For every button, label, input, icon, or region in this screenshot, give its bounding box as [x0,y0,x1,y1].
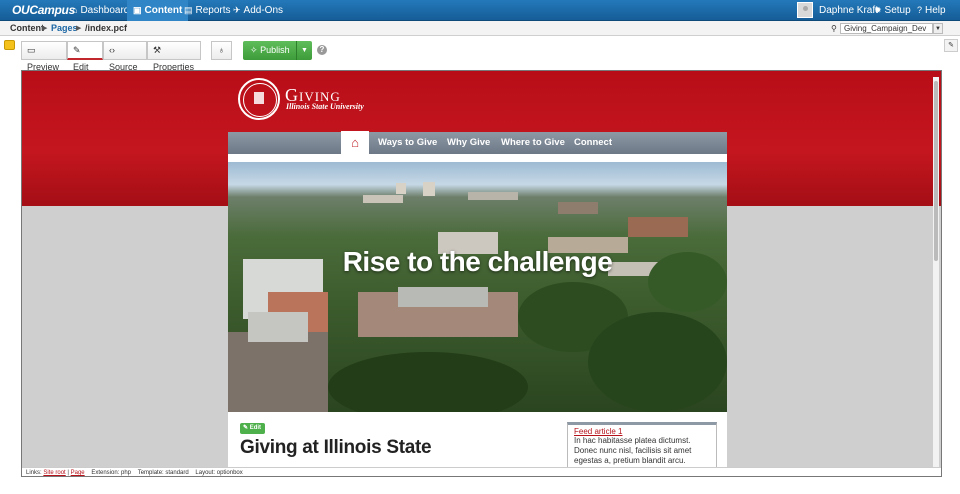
menu-ways-to-give[interactable]: Ways to Give [378,132,437,154]
gear-icon: ✹ [874,5,882,15]
template-info: Template: standard [137,470,189,476]
page-title: Giving at Illinois State [240,437,432,458]
breadcrumb-file: /index.pcf [85,23,128,33]
home-icon[interactable]: ⌂ [341,131,369,155]
help-icon[interactable]: ? [317,45,327,55]
menu-connect[interactable]: Connect [574,132,612,154]
lightbulb-icon: ♁ [218,45,225,55]
help-menu[interactable]: ? Help [911,0,952,21]
menu-where-to-give[interactable]: Where to Give [501,132,565,154]
user-avatar[interactable] [797,2,813,18]
university-seal-icon [238,78,280,120]
chevron-right-icon: ▶ [42,25,48,32]
sticky-note-icon[interactable] [4,40,15,50]
brand-subtitle: Illinois State University [286,102,364,111]
site-root-link[interactable]: Site root [43,470,65,476]
site-selector[interactable]: Giving_Campaign_Dev [840,23,933,34]
help-icon: ? [917,5,923,15]
chevron-down-icon[interactable]: ▼ [933,23,943,34]
content-icon: ▣ [133,5,142,15]
hero-image: Rise to the challenge [228,162,727,412]
wrench-icon: ⚒ [153,45,162,55]
home-icon: ⌂ [72,5,78,15]
pencil-icon: ✎ [73,45,81,55]
page-preview-frame: Giving Illinois State University ⌂ Ways … [21,70,942,477]
clipboard-icon: ▤ [184,5,193,15]
feed-article-text: In hac habitasse platea dictumst. Donec … [574,436,692,465]
preview-scrollbar-thumb[interactable] [934,81,938,261]
preview-button[interactable]: ▭ Preview [21,41,67,72]
site-menu: ⌂ Ways to Give Why Give Where to Give Co… [228,131,727,155]
breadcrumb-pages[interactable]: Pages [51,21,78,36]
links-label: Links: [26,470,42,476]
hero-heading: Rise to the challenge [342,246,613,277]
top-navigation-bar: OUCampus ⌂ Dashboard ▣ Content ▤ Reports ✈ A… [0,0,960,21]
pin-icon[interactable]: ✎ [944,39,958,52]
nav-add-ons[interactable]: ✈ Add-Ons [227,0,289,21]
menu-why-give[interactable]: Why Give [447,132,490,154]
publish-options-caret[interactable]: ▼ [296,41,312,60]
monitor-icon: ▭ [27,45,36,55]
properties-button[interactable]: ⚒ Properties [147,41,201,72]
chevron-right-icon: ▶ [76,25,82,32]
nav-dashboard[interactable]: ⌂ Dashboard [66,0,135,21]
layout-info: Layout: optionbox [195,470,243,476]
page-link[interactable]: Page [71,470,85,476]
page-content-container: ⌂ Ways to Give Why Give Where to Give Co… [228,131,727,476]
source-button[interactable]: ‹› Source [103,41,147,72]
breadcrumb: Content ▶ Pages ▶ /index.pcf [0,21,960,36]
broadcast-icon: ✧ [250,45,258,55]
feed-article-link[interactable]: Feed article 1 [574,427,710,436]
pencil-icon: ✎ [243,425,249,431]
status-bar: Links: Site root | Page Extension: php T… [22,467,941,476]
extension-info: Extension: php [91,470,132,476]
plane-icon: ✈ [233,5,241,15]
code-icon: ‹› [109,45,115,55]
inline-edit-button[interactable]: ✎ Edit [240,423,265,434]
lightbulb-button[interactable]: ♁ [211,41,232,60]
breadcrumb-content[interactable]: Content [10,21,44,36]
setup-menu[interactable]: ✹ Setup [868,0,917,21]
edit-button[interactable]: ✎ Edit [67,41,103,72]
